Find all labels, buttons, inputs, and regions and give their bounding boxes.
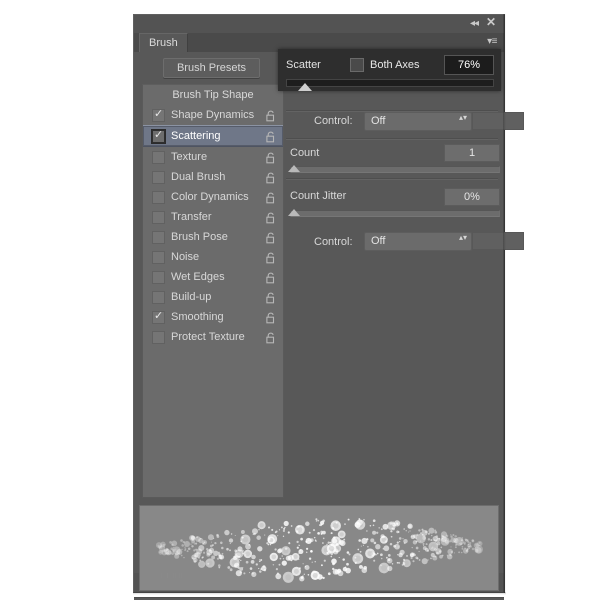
check-icon: ✓ — [154, 130, 163, 141]
brush-presets-button[interactable]: Brush Presets — [163, 58, 260, 78]
brush-option-checkbox[interactable] — [152, 251, 165, 264]
count-slider-thumb[interactable] — [288, 165, 300, 172]
lock-open-icon[interactable] — [266, 231, 276, 243]
count-jitter-value-field[interactable]: 0% — [444, 188, 500, 206]
brush-option-row[interactable]: ✓ Smoothing — [143, 307, 283, 327]
brush-option-row[interactable]: ✓ Scattering — [143, 125, 283, 147]
brush-option-checkbox[interactable] — [152, 171, 165, 184]
lock-open-icon[interactable] — [266, 130, 276, 142]
jitter-control-select[interactable]: Off ▴▾ — [364, 232, 472, 251]
brush-option-row[interactable]: Dual Brush — [143, 167, 283, 187]
scatter-value-field[interactable]: 76% — [444, 55, 494, 75]
chevron-updown-icon: ▴▾ — [459, 235, 467, 248]
panel-body: Brush Presets Brush Tip Shape ✓ Shape Dyn… — [134, 52, 504, 573]
brush-tip-shape-header[interactable]: Brush Tip Shape — [143, 85, 283, 105]
check-icon: ✓ — [154, 109, 163, 120]
brush-options-rows: ✓ Shape Dynamics ✓ ScatteringTextureDual Br… — [143, 105, 283, 347]
brush-option-label: Transfer — [171, 207, 212, 227]
brush-option-checkbox[interactable] — [152, 151, 165, 164]
brush-option-checkbox[interactable] — [152, 271, 165, 284]
check-icon: ✓ — [154, 311, 163, 322]
collapse-icon[interactable]: ◂◂ — [470, 18, 478, 30]
right-column: Control: Off ▴▾ Count 1 Count Jitter 0% — [286, 58, 498, 498]
divider — [286, 178, 498, 179]
jitter-control-value: Off — [371, 235, 385, 247]
both-axes-label: Both Axes — [370, 59, 420, 71]
divider — [286, 138, 498, 139]
lock-open-icon[interactable] — [266, 109, 276, 121]
panel-shadow-right — [503, 14, 506, 592]
close-icon[interactable]: ✕ — [486, 16, 496, 28]
brush-option-checkbox[interactable]: ✓ — [152, 130, 165, 143]
scatter-label: Scatter — [286, 59, 321, 71]
brush-option-checkbox[interactable] — [152, 331, 165, 344]
chevron-updown-icon: ▴▾ — [459, 115, 467, 128]
count-value-field[interactable]: 1 — [444, 144, 500, 162]
lock-open-icon[interactable] — [266, 151, 276, 163]
brush-option-checkbox[interactable]: ✓ — [152, 311, 165, 324]
brush-panel: ◂◂ ✕ Brush ▾≡ Brush Presets Brush Tip Sh… — [133, 14, 505, 593]
count-jitter-slider[interactable] — [290, 210, 500, 217]
count-jitter-slider-thumb[interactable] — [288, 209, 300, 216]
brush-options-list: Brush Tip Shape ✓ Shape Dynamics ✓ Scatteri… — [142, 84, 284, 498]
lock-open-icon[interactable] — [266, 251, 276, 263]
count-jitter-label: Count Jitter — [290, 189, 346, 203]
count-label: Count — [290, 146, 319, 160]
brush-option-checkbox[interactable] — [152, 291, 165, 304]
jitter-control-extra-field[interactable] — [472, 232, 524, 250]
lock-open-icon[interactable] — [266, 171, 276, 183]
lock-open-icon[interactable] — [266, 291, 276, 303]
brush-option-checkbox[interactable] — [152, 211, 165, 224]
brush-option-label: Dual Brush — [171, 167, 225, 187]
divider — [286, 110, 498, 111]
scatter-control-label: Control: — [314, 114, 353, 128]
scatter-highlight-group: Scatter Both Axes 76% — [278, 49, 501, 91]
brush-option-row[interactable]: Protect Texture — [143, 327, 283, 347]
brush-option-label: Shape Dynamics — [171, 105, 254, 125]
brush-option-row[interactable]: Brush Pose — [143, 227, 283, 247]
resize-gripper[interactable]: |||||||||||| — [160, 573, 212, 578]
brush-option-label: Smoothing — [171, 307, 224, 327]
brush-option-label: Build-up — [171, 287, 211, 307]
brush-option-label: Scattering — [171, 126, 221, 146]
brush-option-checkbox[interactable] — [152, 191, 165, 204]
brush-option-checkbox[interactable] — [152, 231, 165, 244]
both-axes-checkbox[interactable] — [350, 58, 364, 72]
brush-option-row[interactable]: Noise — [143, 247, 283, 267]
lock-open-icon[interactable] — [266, 271, 276, 283]
brush-option-checkbox[interactable]: ✓ — [152, 109, 165, 122]
brush-option-label: Noise — [171, 247, 199, 267]
scatter-control-select[interactable]: Off ▴▾ — [364, 112, 472, 131]
scatter-slider-thumb[interactable] — [298, 83, 312, 91]
scatter-control-value: Off — [371, 115, 385, 127]
brush-option-row[interactable]: Texture — [143, 147, 283, 167]
scatter-slider[interactable] — [286, 79, 494, 87]
brush-option-row[interactable]: ✓ Shape Dynamics — [143, 105, 283, 125]
left-column: Brush Presets Brush Tip Shape ✓ Shape Dyn… — [139, 58, 281, 498]
panel-titlebar: ◂◂ ✕ — [134, 15, 504, 33]
panel-shadow-bottom — [133, 592, 506, 595]
brush-option-label: Color Dynamics — [171, 187, 249, 207]
brush-option-label: Texture — [171, 147, 207, 167]
lock-open-icon[interactable] — [266, 311, 276, 323]
jitter-control-label: Control: — [314, 235, 353, 249]
scatter-control-extra-field[interactable] — [472, 112, 524, 130]
brush-option-row[interactable]: Wet Edges — [143, 267, 283, 287]
brush-option-row[interactable]: Color Dynamics — [143, 187, 283, 207]
lock-open-icon[interactable] — [266, 331, 276, 343]
brush-option-label: Wet Edges — [171, 267, 225, 287]
count-slider[interactable] — [290, 166, 500, 173]
tab-brush[interactable]: Brush — [139, 33, 188, 53]
lock-open-icon[interactable] — [266, 191, 276, 203]
screenshot-root: ◂◂ ✕ Brush ▾≡ Brush Presets Brush Tip Sh… — [0, 0, 600, 600]
panel-menu-icon[interactable]: ▾≡ — [487, 36, 497, 48]
brush-option-label: Protect Texture — [171, 327, 245, 347]
lock-open-icon[interactable] — [266, 211, 276, 223]
brush-option-row[interactable]: Build-up — [143, 287, 283, 307]
brush-option-row[interactable]: Transfer — [143, 207, 283, 227]
brush-stroke-preview — [139, 505, 499, 591]
brush-option-label: Brush Pose — [171, 227, 228, 247]
